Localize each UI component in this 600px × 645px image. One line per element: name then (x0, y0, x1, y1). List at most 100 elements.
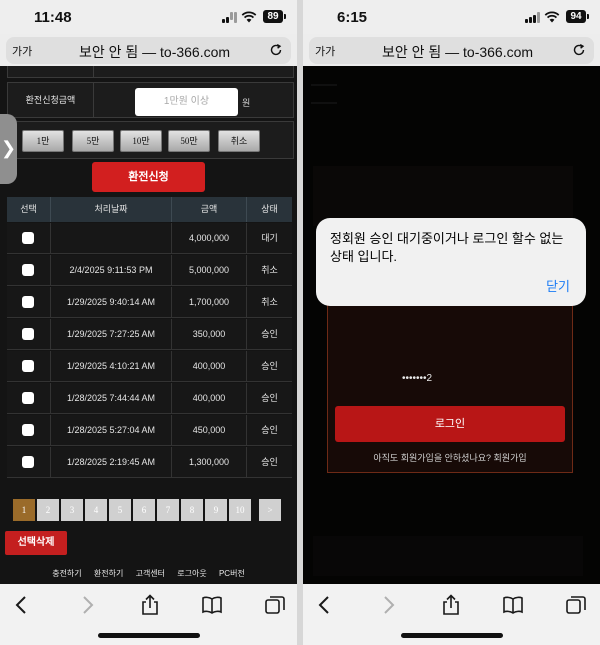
col-select: 선택 (7, 197, 51, 222)
status-cell: 승인 (261, 393, 278, 403)
alert-message: 정회원 승인 대기중이거나 로그인 할수 없는 상태 입니다. (330, 231, 564, 264)
page-button[interactable]: 3 (61, 499, 83, 521)
home-indicator (98, 633, 200, 638)
forward-icon[interactable] (76, 594, 98, 616)
quick-cancel-button[interactable]: 취소 (218, 130, 260, 152)
alert-close-button[interactable]: 닫기 (546, 276, 570, 295)
address-bar[interactable]: 가가 보안 안 됨 — to-366.com (309, 37, 594, 64)
select-cell (7, 351, 51, 382)
home-indicator (401, 633, 503, 638)
page-button[interactable]: 7 (157, 499, 179, 521)
col-status: 상태 (261, 204, 278, 214)
amount-input[interactable]: 1만원 이상 (135, 88, 238, 116)
status-time: 6:15 (337, 9, 368, 26)
footer-link-pc-version[interactable]: PC버전 (219, 569, 245, 578)
page-button[interactable]: 1 (13, 499, 35, 521)
row-checkbox[interactable] (22, 424, 34, 436)
status-bar: 11:48 89 (0, 0, 297, 34)
back-icon[interactable] (11, 594, 33, 616)
page-button[interactable]: 9 (205, 499, 227, 521)
amount-cell: 5,000,000 (172, 255, 247, 286)
signup-prompt[interactable]: 아직도 회원가입을 안하셨나요? 회원가입 (328, 451, 572, 464)
date-cell (51, 223, 172, 254)
select-cell (7, 447, 51, 478)
quick-500k-button[interactable]: 50만 (168, 130, 210, 152)
back-icon[interactable] (314, 594, 336, 616)
footer-link-logout[interactable]: 로그아웃 (177, 569, 206, 578)
row-checkbox[interactable] (22, 360, 34, 372)
page-button[interactable]: 10 (229, 499, 251, 521)
select-cell (7, 255, 51, 286)
quick-50k-button[interactable]: 5만 (72, 130, 114, 152)
wifi-icon (544, 11, 560, 23)
page-button[interactable]: 2 (37, 499, 59, 521)
footer-link-deposit[interactable]: 충전하기 (52, 569, 81, 578)
url-text[interactable]: 보안 안 됨 — to-366.com (349, 42, 566, 62)
url-text[interactable]: 보안 안 됨 — to-366.com (46, 42, 263, 62)
date-cell: 1/29/2025 4:10:21 AM (51, 351, 172, 382)
amount-cell: 350,000 (172, 319, 247, 350)
web-content: × •••••••2 로그인 아직도 회원가입을 안하셨나요? 회원가입 (303, 66, 600, 584)
select-cell (7, 223, 51, 254)
form-row-top (7, 66, 294, 78)
quick-100k-button[interactable]: 10만 (120, 130, 162, 152)
page-button[interactable]: 4 (85, 499, 107, 521)
footer-link-withdraw[interactable]: 환전하기 (94, 569, 123, 578)
page-button[interactable]: 8 (181, 499, 203, 521)
share-icon[interactable] (440, 594, 462, 616)
col-amount: 금액 (172, 197, 247, 222)
page-button[interactable]: 6 (133, 499, 155, 521)
address-bar[interactable]: 가가 보안 안 됨 — to-366.com (6, 37, 291, 64)
row-checkbox[interactable] (22, 456, 34, 468)
reload-icon[interactable] (572, 43, 586, 57)
login-button[interactable]: 로그인 (335, 406, 565, 442)
amount-cell: 400,000 (172, 383, 247, 414)
safari-toolbar (303, 584, 600, 645)
date-cell: 1/28/2025 7:44:44 AM (51, 383, 172, 414)
table-row: 1/28/2025 5:27:04 AM 450,000 승인 (7, 415, 292, 446)
withdraw-request-button[interactable]: 환전신청 (92, 162, 205, 192)
status-cell: 취소 (261, 265, 278, 275)
right-phone-screen: 6:15 94 가가 보안 안 됨 — to-366.com × •••••••… (303, 0, 600, 645)
forward-icon[interactable] (377, 594, 399, 616)
status-cell: 취소 (261, 297, 278, 307)
password-field[interactable]: •••••••2 (402, 373, 432, 384)
footer-link-support[interactable]: 고객센터 (136, 569, 165, 578)
row-checkbox[interactable] (22, 232, 34, 244)
col-date: 처리날짜 (51, 197, 172, 222)
tabs-icon[interactable] (565, 594, 587, 616)
reader-settings-button[interactable]: 가가 (315, 43, 335, 59)
status-cell: 대기 (261, 233, 278, 243)
amount-cell: 450,000 (172, 415, 247, 446)
delete-selected-button[interactable]: 선택삭제 (5, 531, 67, 555)
bookmarks-icon[interactable] (502, 594, 524, 616)
date-cell: 1/29/2025 9:40:14 AM (51, 287, 172, 318)
status-cell: 승인 (261, 329, 278, 339)
status-time: 11:48 (34, 9, 72, 26)
table-row: 4,000,000 대기 (7, 223, 292, 254)
row-checkbox[interactable] (22, 328, 34, 340)
amount-cell: 4,000,000 (172, 223, 247, 254)
table-row: 1/29/2025 4:10:21 AM 400,000 승인 (7, 351, 292, 382)
share-icon[interactable] (139, 594, 161, 616)
next-page-button[interactable]: > (259, 499, 281, 521)
cellular-signal-icon (525, 12, 540, 23)
page-button[interactable]: 5 (109, 499, 131, 521)
tabs-icon[interactable] (264, 594, 286, 616)
bookmarks-icon[interactable] (201, 594, 223, 616)
quick-10k-button[interactable]: 1만 (22, 130, 64, 152)
side-menu-toggle[interactable]: ❯ (0, 114, 17, 184)
row-checkbox[interactable] (22, 296, 34, 308)
status-cell: 승인 (261, 425, 278, 435)
reload-icon[interactable] (269, 43, 283, 57)
row-checkbox[interactable] (22, 264, 34, 276)
battery-icon: 94 (566, 10, 589, 23)
web-content: ❯ 환전신청금액 1만원 이상 원 1만 5만 10만 50만 취소 환전신청 … (0, 66, 297, 584)
amount-cell: 1,300,000 (172, 447, 247, 478)
status-cell: 승인 (261, 457, 278, 467)
alert-dialog: 정회원 승인 대기중이거나 로그인 할수 없는 상태 입니다. 닫기 (316, 218, 586, 306)
row-checkbox[interactable] (22, 392, 34, 404)
table-row: 1/28/2025 2:19:45 AM 1,300,000 승인 (7, 447, 292, 478)
reader-settings-button[interactable]: 가가 (12, 43, 32, 59)
wifi-icon (241, 11, 257, 23)
